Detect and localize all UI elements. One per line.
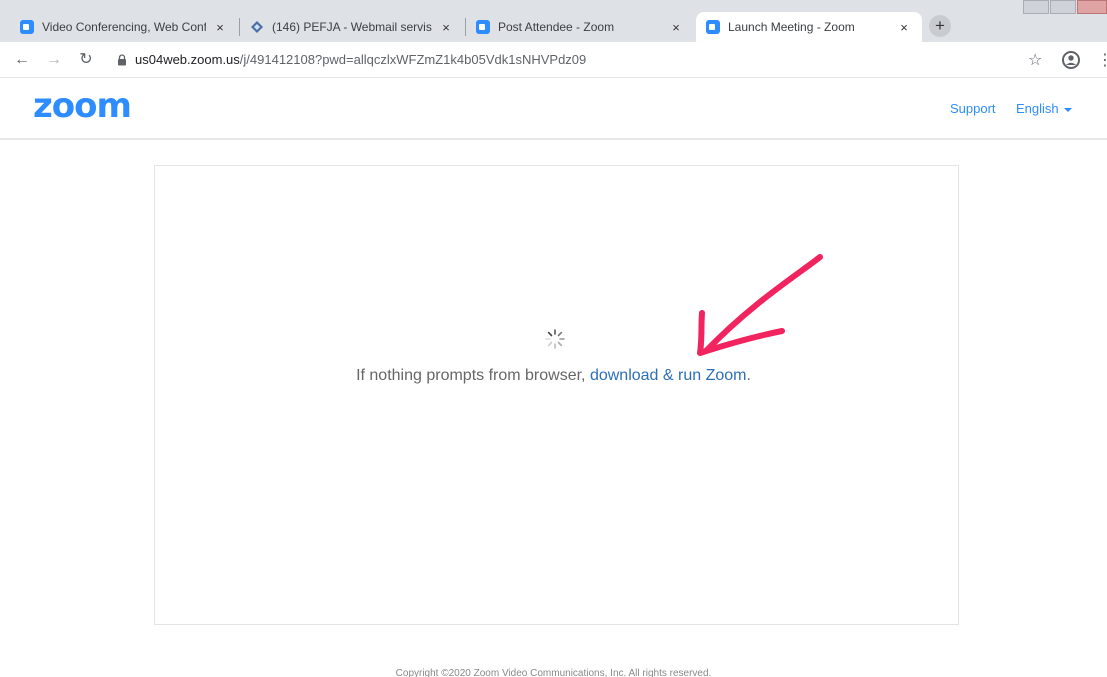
tab-close-icon[interactable]: × [212, 20, 228, 35]
zoom-favicon-icon [476, 20, 490, 34]
chevron-down-icon [1063, 107, 1072, 112]
url-path: /j/491412108?pwd=allqczlxWFZmZ1k4b05Vdk1… [239, 52, 587, 67]
zoom-favicon-icon [706, 20, 720, 34]
lock-icon [118, 54, 126, 66]
download-run-zoom-link[interactable]: download & run Zoom [590, 367, 747, 384]
browser-tab-post-attendee[interactable]: Post Attendee - Zoom × [466, 12, 694, 42]
copyright-footer: Copyright ©2020 Zoom Video Communication… [395, 668, 712, 677]
bookmark-star-icon[interactable]: ☆ [1028, 50, 1042, 70]
forward-arrow-icon[interactable]: → [44, 50, 64, 70]
prompt-text: If nothing prompts from browser, [356, 367, 590, 384]
launch-meeting-card [154, 165, 959, 625]
minimize-window-button[interactable] [1023, 0, 1049, 14]
annotation-arrow-icon [697, 254, 823, 356]
browser-tab-strip: Video Conferencing, Web Confe × (146) PE… [0, 0, 1107, 42]
support-link[interactable]: Support [950, 101, 996, 116]
maximize-window-button[interactable] [1050, 0, 1076, 14]
tab-close-icon[interactable]: × [668, 20, 684, 35]
webmail-favicon-icon [251, 21, 263, 33]
back-arrow-icon[interactable]: ← [12, 50, 32, 70]
tab-title: Launch Meeting - Zoom [728, 20, 855, 34]
zoom-logo[interactable]: zoom [33, 86, 132, 126]
prompt-period: . [746, 367, 751, 384]
zoom-favicon-icon [20, 20, 34, 34]
zoom-site-header: zoom Support English [0, 78, 1107, 140]
browser-tab-video-conferencing[interactable]: Video Conferencing, Web Confe × [10, 12, 238, 42]
language-label: English [1016, 101, 1059, 116]
launch-prompt: If nothing prompts from browser, downloa… [0, 367, 1107, 385]
loading-spinner-icon [545, 329, 565, 349]
language-selector[interactable]: English [1016, 101, 1072, 116]
url-host: us04web.zoom.us [135, 52, 240, 67]
reload-icon[interactable]: ↻ [76, 50, 96, 70]
tab-title: Video Conferencing, Web Confe [42, 20, 206, 34]
tab-title: (146) PEFJA - Webmail servis :: Ro [272, 20, 432, 34]
browser-tab-webmail[interactable]: (146) PEFJA - Webmail servis :: Ro × [240, 12, 464, 42]
browser-toolbar: ← → ↻ us04web.zoom.us/j/491412108?pwd=al… [0, 42, 1107, 78]
close-window-button[interactable] [1077, 0, 1107, 14]
tab-title: Post Attendee - Zoom [498, 20, 615, 34]
new-tab-button[interactable]: + [929, 15, 951, 37]
browser-tab-launch-meeting[interactable]: Launch Meeting - Zoom × [696, 12, 922, 42]
tab-close-icon[interactable]: × [896, 20, 912, 35]
address-bar-url[interactable]: us04web.zoom.us/j/491412108?pwd=allqczlx… [135, 52, 586, 67]
profile-avatar-icon[interactable] [1062, 51, 1080, 69]
tab-close-icon[interactable]: × [438, 20, 454, 35]
browser-menu-icon[interactable]: ⋮ [1097, 50, 1107, 70]
